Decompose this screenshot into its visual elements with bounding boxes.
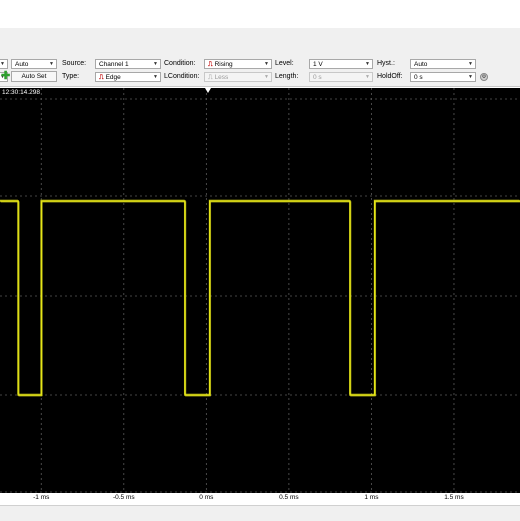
x-tick-label: 0.5 ms: [279, 494, 299, 501]
signal-trace: [1, 201, 520, 396]
lcondition-combo[interactable]: ⎍ Less ▼: [204, 72, 272, 82]
x-tick-label: 0 ms: [199, 494, 214, 501]
trigger-mode-value: Auto: [15, 61, 29, 68]
edge-icon: ⎍: [99, 74, 104, 81]
left-partial-combo[interactable]: ▼: [0, 59, 8, 69]
hyst-label: Hyst.:: [377, 60, 395, 67]
signal-trace: [0, 199, 520, 395]
condition-combo[interactable]: ⎍ Rising ▼: [204, 59, 272, 69]
source-label: Source:: [62, 60, 87, 67]
title-area: [0, 0, 520, 29]
level-label: Level:: [275, 60, 294, 67]
chevron-down-icon: ▼: [264, 74, 269, 80]
scope-canvas: [0, 88, 520, 493]
chevron-down-icon: ▼: [49, 61, 54, 67]
chevron-down-icon: ▼: [468, 61, 473, 67]
length-combo[interactable]: 0 s ▼: [309, 72, 373, 82]
length-label: Length:: [275, 73, 299, 80]
source-value: Channel 1: [99, 61, 129, 68]
horizontal-scrollbar[interactable]: [0, 505, 520, 521]
trigger-toolbar: ▼ Auto ▼ Source: Channel 1 ▼ Condition: ⎍ R…: [0, 56, 520, 87]
trace-group: [0, 199, 520, 397]
lcondition-value: Less: [214, 74, 229, 81]
chevron-down-icon: ▼: [365, 74, 370, 80]
x-tick-label: -1 ms: [33, 494, 50, 501]
type-value: Edge: [105, 74, 121, 81]
type-combo[interactable]: ⎍ Edge ▼: [95, 72, 161, 82]
hyst-combo[interactable]: Auto ▼: [410, 59, 476, 69]
level-combo[interactable]: 1 V ▼: [309, 59, 373, 69]
ribbon-strip: [0, 28, 520, 57]
time-axis: -1 ms -0.5 ms 0 ms 0.5 ms 1 ms 1.5 ms: [0, 493, 520, 504]
condition-value: Rising: [214, 61, 233, 68]
holdoff-label: HoldOff:: [377, 73, 403, 80]
chevron-down-icon: ▼: [264, 61, 269, 67]
chevron-down-icon: ▼: [365, 61, 370, 67]
grid: [0, 88, 520, 493]
chevron-down-icon: ▼: [153, 61, 158, 67]
x-tick-label: 1 ms: [364, 494, 379, 501]
add-icon[interactable]: ✚: [1, 71, 10, 82]
trigger-position-marker[interactable]: [205, 88, 211, 93]
trigger-mode-combo[interactable]: Auto ▼: [11, 59, 57, 69]
autoset-button[interactable]: Auto Set: [11, 71, 57, 82]
hyst-value: Auto: [414, 61, 428, 68]
lcondition-label: LCondition:: [164, 73, 200, 80]
rising-edge-icon: ⎍: [208, 61, 213, 68]
capture-timestamp: 12:30:14.298: [2, 89, 40, 96]
chevron-down-icon: ▼: [468, 74, 473, 80]
holdoff-combo[interactable]: 0 s ▼: [410, 72, 476, 82]
less-icon: ⎍: [208, 74, 213, 81]
length-value: 0 s: [313, 74, 322, 81]
oscilloscope-plot[interactable]: 12:30:14.298: [0, 88, 520, 493]
x-tick-label: 1.5 ms: [444, 494, 464, 501]
condition-label: Condition:: [164, 60, 196, 67]
x-tick-label: -0.5 ms: [112, 494, 135, 501]
source-combo[interactable]: Channel 1 ▼: [95, 59, 161, 69]
signal-trace: [0, 200, 520, 396]
chevron-down-icon: ▼: [153, 74, 158, 80]
holdoff-settings-icon[interactable]: ⚙: [480, 73, 488, 81]
level-value: 1 V: [313, 61, 323, 68]
holdoff-value: 0 s: [414, 74, 423, 81]
type-label: Type:: [62, 73, 80, 80]
signal-trace: [0, 201, 520, 397]
